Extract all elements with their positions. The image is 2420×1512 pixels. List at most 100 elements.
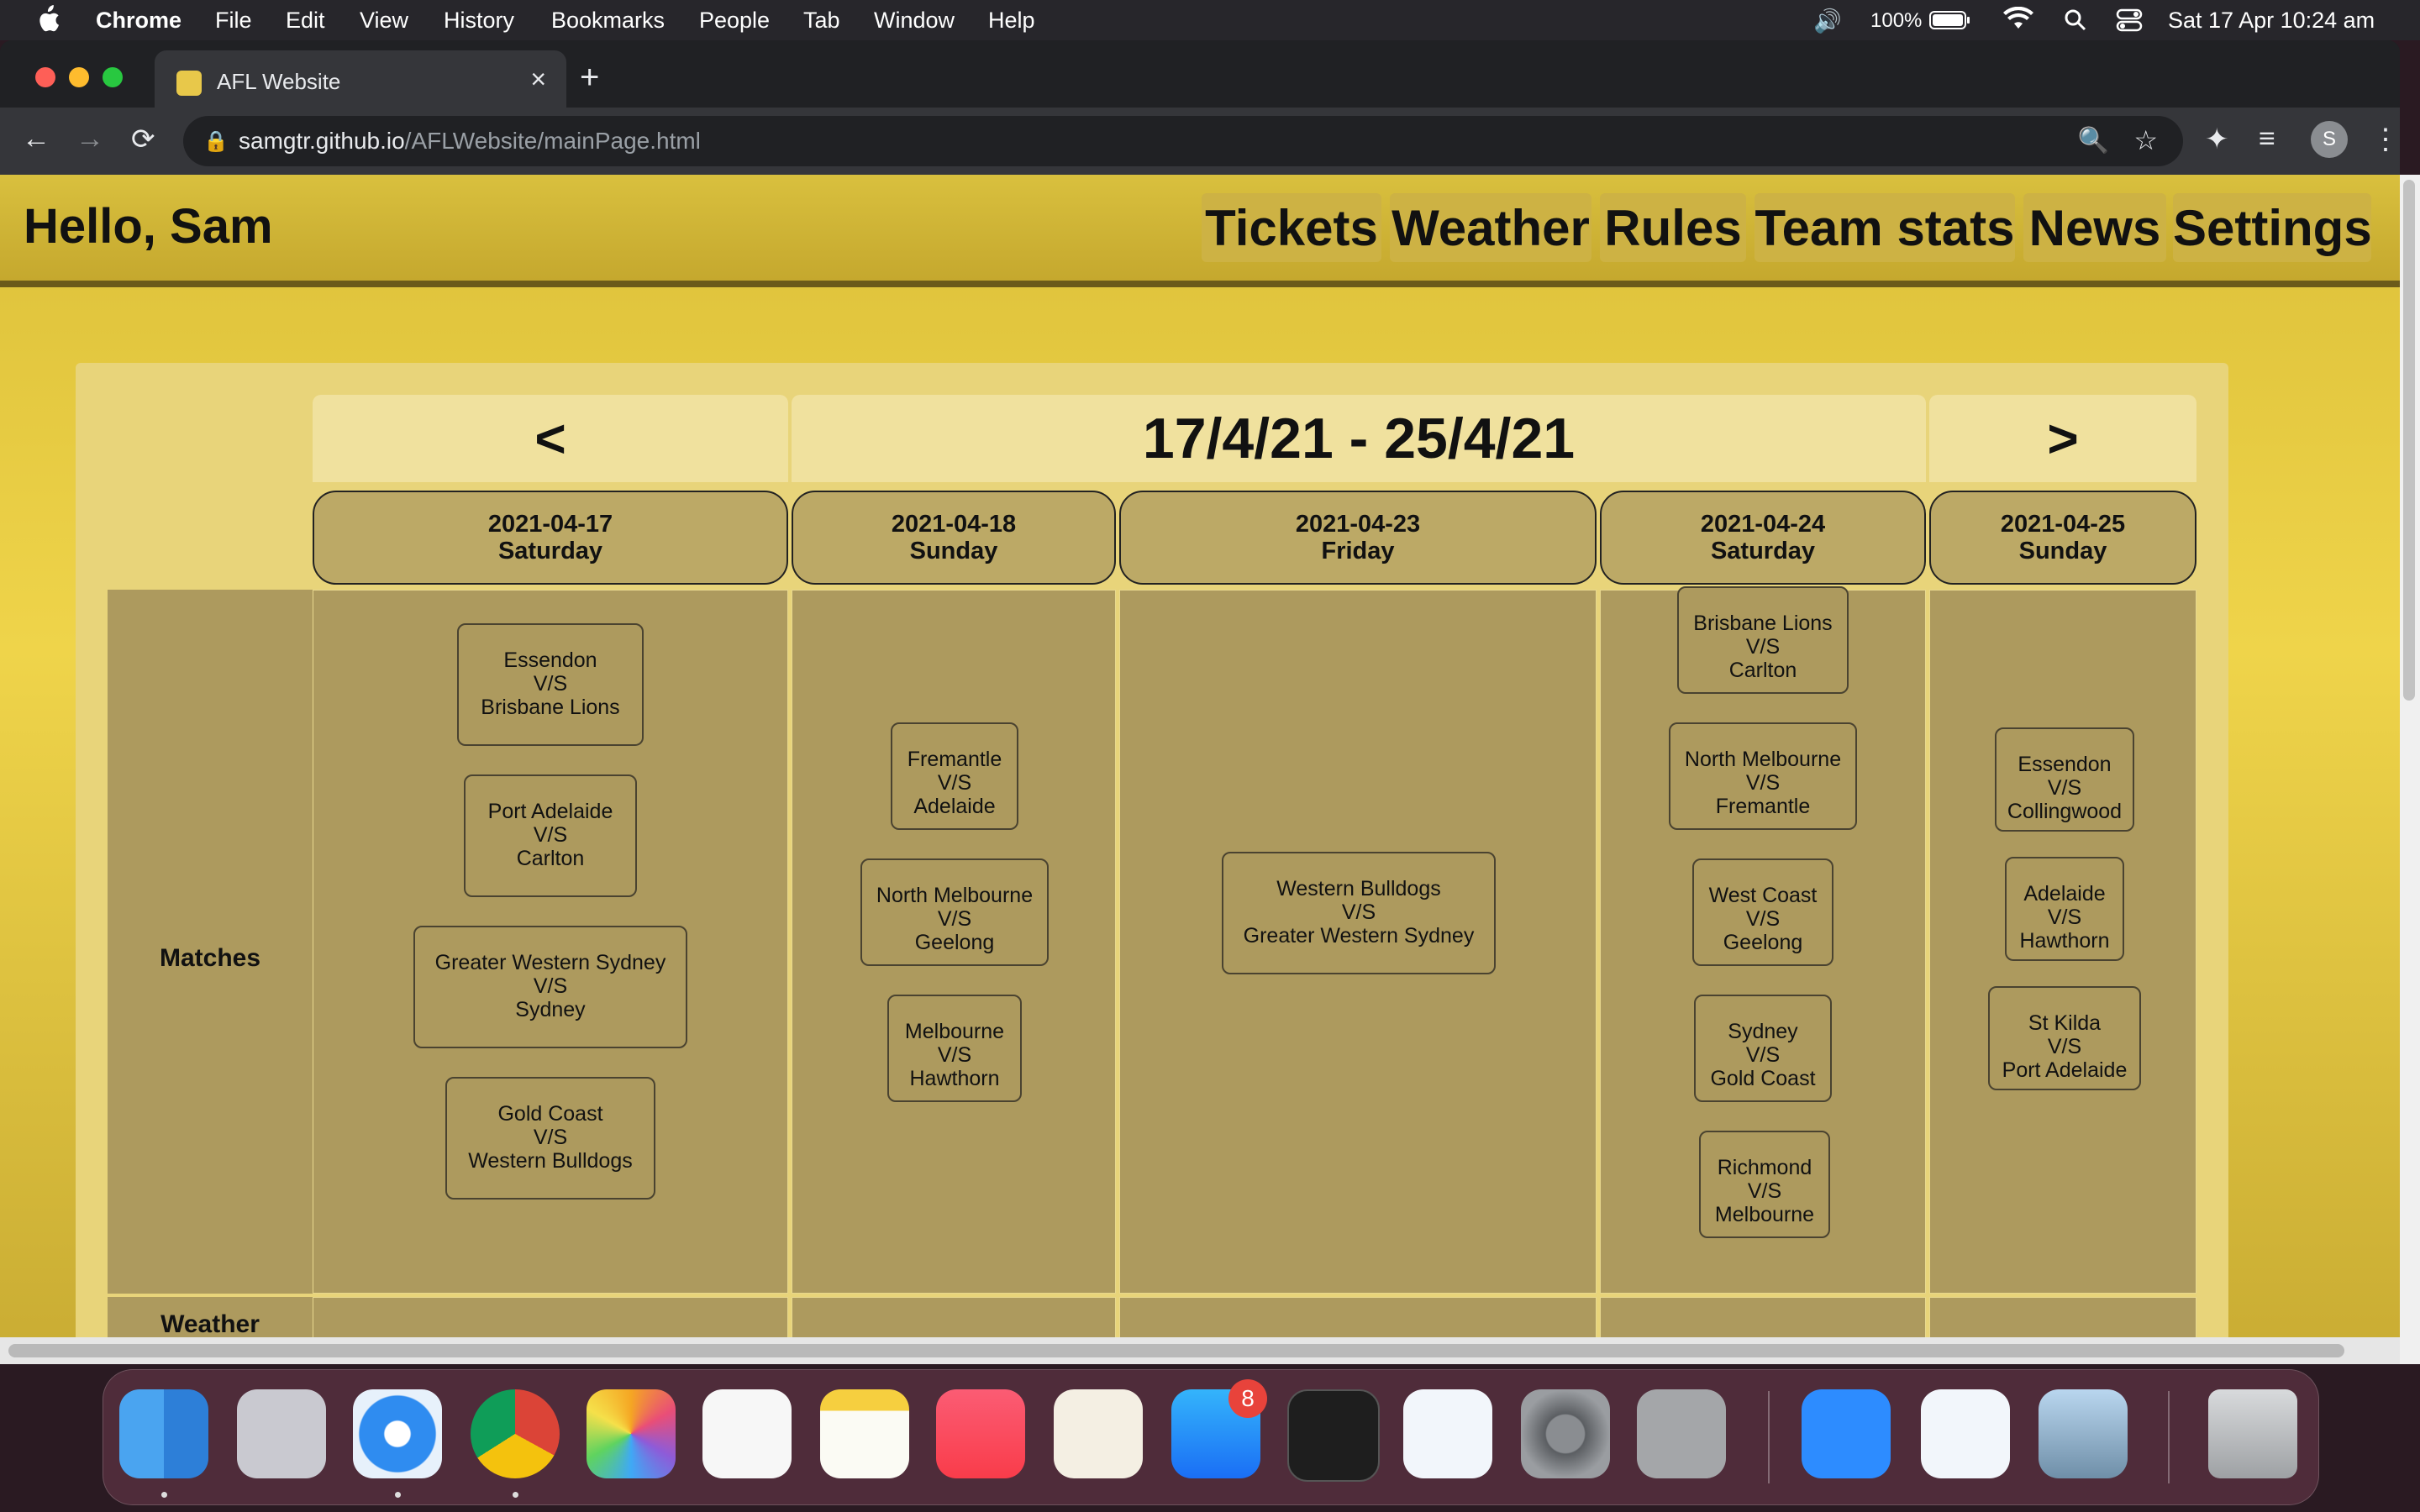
- match-card[interactable]: Gold Coast V/S Western Bulldogs: [445, 1077, 655, 1200]
- safari-icon[interactable]: [353, 1389, 442, 1478]
- url-path: /AFLWebsite/mainPage.html: [404, 128, 701, 154]
- match-vs: V/S: [1745, 907, 1781, 931]
- match-card[interactable]: St Kilda V/S Port Adelaide: [1988, 986, 2141, 1090]
- forward-icon[interactable]: →: [76, 123, 104, 155]
- nav-news[interactable]: News: [2023, 193, 2166, 262]
- menu-help[interactable]: Help: [988, 8, 1035, 34]
- address-bar[interactable]: 🔒 samgtr.github.io/AFLWebsite/mainPage.h…: [183, 116, 2183, 166]
- match-home-team: Greater Western Sydney: [434, 951, 666, 974]
- match-away-team: Port Adelaide: [2002, 1058, 2128, 1082]
- menu-view[interactable]: View: [360, 8, 408, 34]
- match-card[interactable]: Essendon V/S Collingwood: [1995, 727, 2134, 832]
- vscode-icon[interactable]: [1403, 1389, 1492, 1478]
- systempreferences-icon[interactable]: [1521, 1389, 1610, 1478]
- menu-bookmarks[interactable]: Bookmarks: [551, 8, 665, 34]
- match-card[interactable]: West Coast V/S Geelong: [1692, 858, 1833, 966]
- match-card[interactable]: Sydney V/S Gold Coast: [1694, 995, 1832, 1102]
- match-card[interactable]: Adelaide V/S Hawthorn: [2005, 857, 2124, 961]
- calculator-icon[interactable]: [1637, 1389, 1726, 1478]
- minimize-window-button[interactable]: [69, 67, 89, 87]
- match-card[interactable]: Port Adelaide V/S Carlton: [464, 774, 637, 897]
- prev-week-button[interactable]: <: [313, 395, 788, 482]
- menu-window[interactable]: Window: [874, 8, 955, 34]
- menu-edit[interactable]: Edit: [286, 8, 325, 34]
- scripteditor-icon[interactable]: [1054, 1389, 1143, 1478]
- match-card[interactable]: Brisbane Lions V/S Carlton: [1677, 586, 1849, 694]
- browser-tab[interactable]: AFL Website ×: [155, 50, 566, 108]
- day-weekday: Saturday: [497, 538, 603, 564]
- menu-app-name[interactable]: Chrome: [96, 8, 182, 34]
- day-date: 2021-04-25: [2000, 511, 2126, 538]
- match-away-team: Sydney: [515, 998, 586, 1021]
- match-away-team: Geelong: [914, 931, 995, 954]
- lock-icon[interactable]: 🔒: [203, 129, 229, 154]
- preview-icon[interactable]: [2039, 1389, 2128, 1478]
- menu-clock[interactable]: Sat 17 Apr 10:24 am: [2168, 8, 2375, 34]
- reminders-icon[interactable]: [702, 1389, 792, 1478]
- nav-team-stats[interactable]: Team stats: [1754, 193, 2015, 262]
- terminal-icon[interactable]: [1287, 1389, 1380, 1482]
- match-away-team: Western Bulldogs: [468, 1149, 633, 1173]
- volume-icon[interactable]: 🔊: [1813, 8, 1842, 34]
- music-icon[interactable]: [936, 1389, 1025, 1478]
- notes-icon[interactable]: [820, 1389, 909, 1478]
- vertical-scrollbar[interactable]: [2400, 175, 2420, 1364]
- match-card[interactable]: North Melbourne V/S Geelong: [860, 858, 1049, 966]
- match-card[interactable]: Fremantle V/S Adelaide: [891, 722, 1018, 830]
- match-card[interactable]: North Melbourne V/S Fremantle: [1669, 722, 1857, 830]
- zoom-icon[interactable]: 🔍: [2078, 126, 2109, 155]
- match-away-team: Brisbane Lions: [481, 696, 620, 719]
- photos-icon[interactable]: [587, 1389, 676, 1478]
- match-vs: V/S: [1745, 1043, 1781, 1067]
- vscode-icon[interactable]: [1921, 1389, 2010, 1478]
- chrome-menu-icon[interactable]: ⋮: [2371, 123, 2400, 156]
- profile-avatar[interactable]: S: [2311, 121, 2348, 158]
- launchpad-icon[interactable]: [237, 1389, 326, 1478]
- greeting-text: Hello, Sam: [24, 199, 273, 254]
- menu-bar: Chrome File Edit View History Bookmarks …: [0, 0, 2420, 40]
- media-control-icon[interactable]: ≡: [2259, 123, 2275, 155]
- match-card[interactable]: Greater Western Sydney V/S Sydney: [413, 926, 687, 1048]
- running-indicator: [513, 1492, 518, 1498]
- back-icon[interactable]: ←: [22, 123, 50, 155]
- apple-menu-icon[interactable]: [35, 5, 60, 34]
- match-card[interactable]: Richmond V/S Melbourne: [1699, 1131, 1830, 1238]
- tab-title: AFL Website: [217, 69, 341, 94]
- zoom-icon[interactable]: [1802, 1389, 1891, 1478]
- menu-people[interactable]: People: [699, 8, 770, 34]
- finder-icon[interactable]: [119, 1389, 208, 1478]
- nav-settings[interactable]: Settings: [2173, 193, 2372, 262]
- nav-rules[interactable]: Rules: [1600, 193, 1746, 262]
- trash-icon[interactable]: [2208, 1389, 2297, 1478]
- url-text[interactable]: samgtr.github.io/AFLWebsite/mainPage.htm…: [239, 128, 701, 155]
- horizontal-scrollbar[interactable]: [0, 1337, 2400, 1364]
- day-header: 2021-04-23 Friday: [1119, 491, 1597, 585]
- zoom-window-button[interactable]: [103, 67, 123, 87]
- close-window-button[interactable]: [35, 67, 55, 87]
- match-vs: V/S: [937, 907, 972, 931]
- control-center-icon[interactable]: [2116, 8, 2143, 38]
- next-week-button[interactable]: >: [1929, 395, 2196, 482]
- reload-icon[interactable]: ⟳: [131, 123, 155, 156]
- match-home-team: North Melbourne: [1684, 748, 1842, 771]
- match-vs: V/S: [533, 974, 568, 998]
- match-card[interactable]: Western Bulldogs V/S Greater Western Sydne…: [1222, 852, 1496, 974]
- horizontal-scroll-thumb[interactable]: [8, 1344, 2344, 1357]
- close-tab-icon[interactable]: ×: [530, 64, 546, 95]
- menu-history[interactable]: History: [444, 8, 514, 34]
- bookmark-star-icon[interactable]: ☆: [2133, 124, 2158, 156]
- nav-weather[interactable]: Weather: [1390, 193, 1591, 262]
- spotlight-search-icon[interactable]: [2064, 8, 2087, 38]
- vertical-scroll-thumb[interactable]: [2403, 180, 2415, 701]
- match-vs: V/S: [1747, 1179, 1782, 1203]
- new-tab-icon[interactable]: +: [580, 59, 599, 97]
- menu-tab[interactable]: Tab: [803, 8, 840, 34]
- match-card[interactable]: Melbourne V/S Hawthorn: [887, 995, 1022, 1102]
- chrome-icon[interactable]: [471, 1389, 560, 1478]
- extensions-icon[interactable]: ✦: [2205, 123, 2229, 156]
- wifi-icon[interactable]: [2003, 6, 2033, 38]
- nav-tickets[interactable]: Tickets: [1202, 193, 1381, 262]
- match-card[interactable]: Essendon V/S Brisbane Lions: [457, 623, 644, 746]
- battery-icon[interactable]: [1929, 10, 1971, 36]
- menu-file[interactable]: File: [215, 8, 252, 34]
